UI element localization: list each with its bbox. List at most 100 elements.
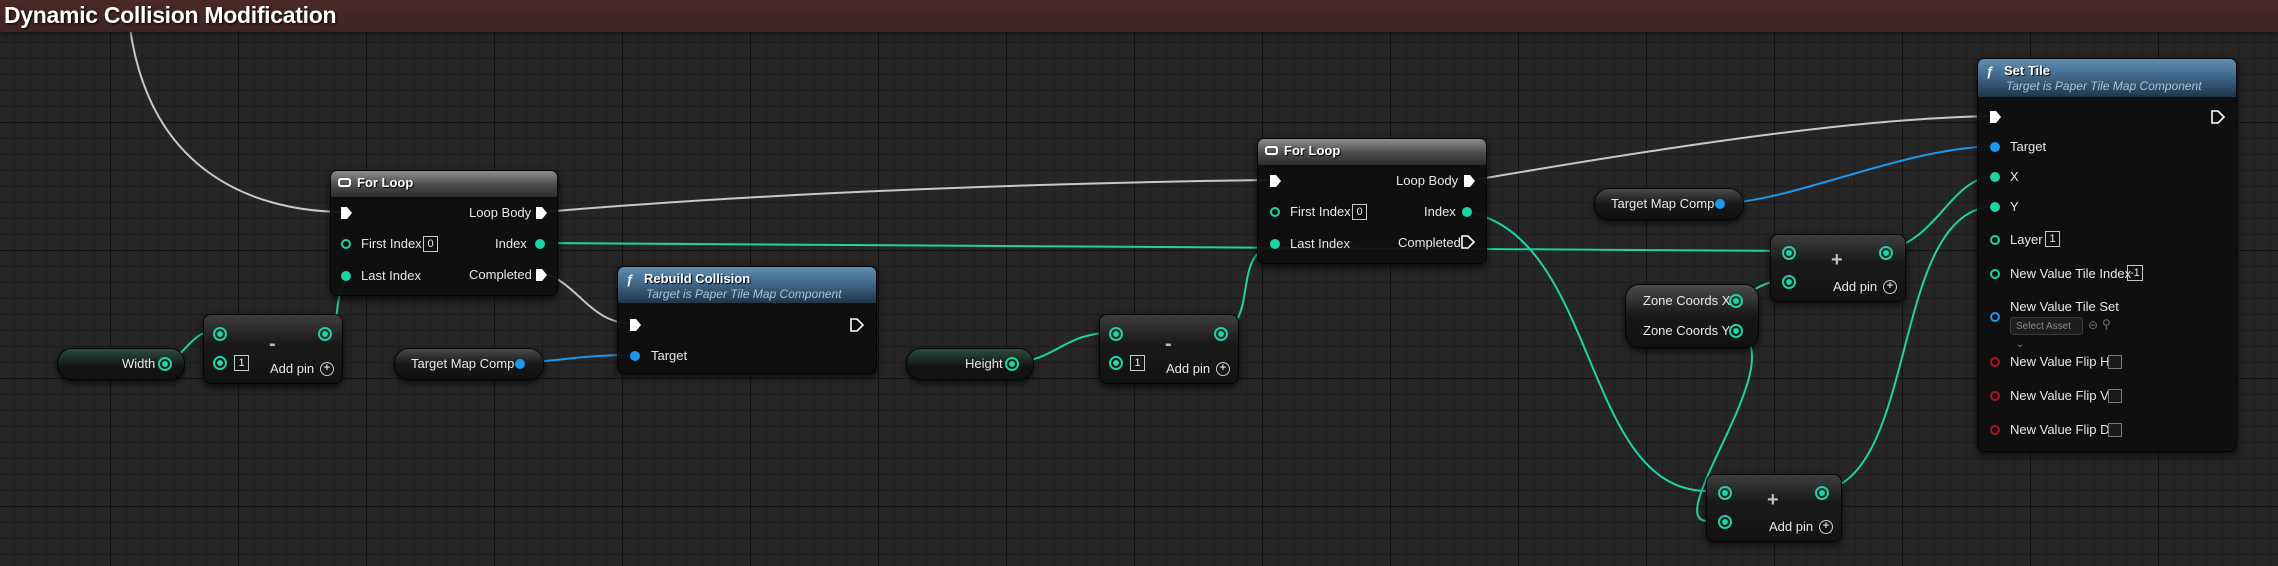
exec-output-pin[interactable] <box>2211 110 2226 124</box>
zone-coords-node[interactable]: Zone Coords X Zone Coords Y <box>1625 284 1759 348</box>
width-variable-node[interactable]: Width <box>57 348 185 380</box>
select-asset-label: Select Asset <box>2016 321 2072 332</box>
y-label: Y <box>2010 199 2019 214</box>
first-index-pin[interactable] <box>341 239 351 249</box>
select-asset-dropdown[interactable]: Select Asset ⌄ <box>2010 317 2083 350</box>
loop-icon <box>338 178 351 187</box>
exec-wire[interactable] <box>129 27 341 213</box>
height-output-pin[interactable] <box>1005 357 1019 371</box>
loop-body-label: Loop Body <box>1396 173 1459 188</box>
target-input-pin[interactable] <box>630 351 640 361</box>
int-wire[interactable] <box>1461 210 1708 492</box>
tile-index-value-box[interactable]: -1 <box>2127 265 2143 281</box>
zone-coords-x-pin[interactable] <box>1729 294 1743 308</box>
add-input-b-pin[interactable] <box>1782 275 1796 289</box>
flip-v-checkbox[interactable] <box>2108 389 2122 403</box>
add-input-b-pin[interactable] <box>1718 515 1732 529</box>
subtract-value-box[interactable]: 1 <box>234 355 249 371</box>
subtract-input-a-pin[interactable] <box>213 327 227 341</box>
subtract-node-2[interactable]: 1 - Add pin + <box>1099 314 1239 384</box>
add-pin-label[interactable]: Add pin <box>1166 361 1210 376</box>
first-index-label: First Index <box>361 236 422 251</box>
loop-body-exec-pin[interactable] <box>1464 175 1475 187</box>
y-input-pin[interactable] <box>1990 202 2000 212</box>
for-loop-title: For Loop <box>1284 143 1341 158</box>
rebuild-collision-title: Rebuild Collision <box>644 271 751 286</box>
add-input-a-pin[interactable] <box>1718 486 1732 500</box>
object-wire[interactable] <box>1718 145 1998 205</box>
first-index-pin[interactable] <box>1270 207 1280 217</box>
last-index-label: Last Index <box>361 268 421 283</box>
subtract-input-a-pin[interactable] <box>1109 327 1123 341</box>
set-tile-node[interactable]: ƒ Set Tile Target is Paper Tile Map Comp… <box>1977 58 2237 452</box>
rebuild-collision-node[interactable]: ƒ Rebuild Collision Target is Paper Tile… <box>617 266 877 374</box>
exec-input-pin[interactable] <box>1270 175 1281 187</box>
set-tile-title: Set Tile <box>2004 63 2051 78</box>
target-map-comp-node-2[interactable]: Target Map Comp <box>1594 188 1744 220</box>
flip-v-input-pin[interactable] <box>1990 391 2000 401</box>
browse-icon[interactable]: ⊖ <box>2088 318 2098 332</box>
exec-input-pin[interactable] <box>341 207 352 219</box>
add-node-1[interactable]: + Add pin + <box>1770 234 1906 302</box>
add-pin-icon[interactable]: + <box>1883 280 1897 294</box>
target-map-comp-label: Target Map Comp <box>1611 196 1715 211</box>
for-loop-node-2[interactable]: For Loop First Index 0 Last Index Loop B… <box>1257 138 1487 264</box>
exec-output-pin[interactable] <box>850 318 865 332</box>
last-index-pin[interactable] <box>1270 239 1280 249</box>
flip-h-input-pin[interactable] <box>1990 357 2000 367</box>
flip-d-input-pin[interactable] <box>1990 425 2000 435</box>
target-map-comp-output-pin[interactable] <box>1715 199 1725 209</box>
for-loop-node-1[interactable]: For Loop First Index 0 Last Index Loop B… <box>330 170 558 296</box>
add-pin-label[interactable]: Add pin <box>1769 519 1813 534</box>
last-index-pin[interactable] <box>341 271 351 281</box>
width-output-pin[interactable] <box>158 357 172 371</box>
add-input-a-pin[interactable] <box>1782 246 1796 260</box>
loop-body-exec-pin[interactable] <box>536 207 547 219</box>
rebuild-collision-subtitle: Target is Paper Tile Map Component <box>646 287 842 301</box>
subtract-input-b-pin[interactable] <box>1109 356 1123 370</box>
add-pin-icon[interactable]: + <box>320 362 334 376</box>
subtract-node-1[interactable]: 1 - Add pin + <box>203 314 343 384</box>
target-map-comp-output-pin[interactable] <box>515 359 525 369</box>
add-output-pin[interactable] <box>1879 246 1893 260</box>
completed-exec-pin[interactable] <box>1461 235 1476 249</box>
search-icon[interactable]: ⚲ <box>2102 317 2111 331</box>
x-label: X <box>2010 169 2019 184</box>
index-label: Index <box>1424 204 1456 219</box>
target-input-pin[interactable] <box>1990 142 2000 152</box>
int-wire[interactable] <box>534 242 1790 252</box>
layer-value-box[interactable]: 1 <box>2045 231 2060 247</box>
add-pin-label[interactable]: Add pin <box>270 361 314 376</box>
target-map-comp-label: Target Map Comp <box>411 356 515 371</box>
exec-input-pin[interactable] <box>1990 111 2001 123</box>
exec-wire[interactable] <box>1473 115 1996 181</box>
zone-coords-y-pin[interactable] <box>1729 324 1743 338</box>
subtract-output-pin[interactable] <box>318 327 332 341</box>
index-output-pin[interactable] <box>535 239 545 249</box>
flip-d-checkbox[interactable] <box>2108 423 2122 437</box>
tile-index-input-pin[interactable] <box>1990 269 2000 279</box>
exec-wire[interactable] <box>543 179 1273 213</box>
add-pin-label[interactable]: Add pin <box>1833 279 1877 294</box>
add-output-pin[interactable] <box>1815 486 1829 500</box>
add-pin-icon[interactable]: + <box>1819 520 1833 534</box>
subtract-input-b-pin[interactable] <box>213 356 227 370</box>
target-label: Target <box>651 348 688 363</box>
add-pin-icon[interactable]: + <box>1216 362 1230 376</box>
target-map-comp-node-1[interactable]: Target Map Comp <box>394 348 544 380</box>
height-variable-node[interactable]: Height <box>906 348 1034 380</box>
first-index-value[interactable]: 0 <box>1352 204 1367 220</box>
index-output-pin[interactable] <box>1462 207 1472 217</box>
layer-input-pin[interactable] <box>1990 235 2000 245</box>
exec-pin-icon <box>2211 110 2226 124</box>
exec-input-pin[interactable] <box>630 319 641 331</box>
rebuild-collision-header: ƒ Rebuild Collision Target is Paper Tile… <box>618 267 876 303</box>
tile-set-input-pin[interactable] <box>1990 312 2000 322</box>
flip-h-checkbox[interactable] <box>2108 355 2122 369</box>
add-node-2[interactable]: + Add pin + <box>1706 474 1842 542</box>
x-input-pin[interactable] <box>1990 172 2000 182</box>
subtract-value-box[interactable]: 1 <box>1130 355 1145 371</box>
first-index-value[interactable]: 0 <box>423 236 438 252</box>
subtract-output-pin[interactable] <box>1214 327 1228 341</box>
completed-exec-pin[interactable] <box>536 269 547 281</box>
